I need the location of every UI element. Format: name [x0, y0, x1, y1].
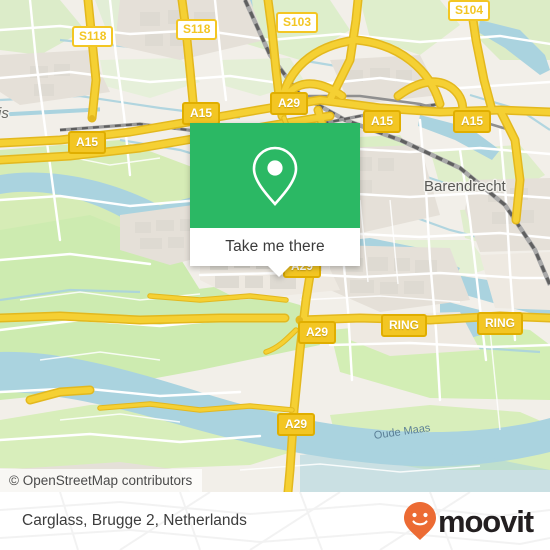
road-shield-s103: S103	[276, 12, 319, 33]
popup-pin-panel	[190, 123, 360, 228]
map-pin-icon	[252, 146, 298, 206]
moovit-smiley-pin-icon	[403, 502, 436, 540]
footer-bar: Carglass, Brugge 2, Netherlands moovit	[0, 492, 550, 550]
osm-attribution[interactable]: © OpenStreetMap contributors	[0, 469, 203, 492]
road-shield-a29: A29	[277, 413, 316, 436]
road-shield-ring: RING	[477, 312, 523, 335]
moovit-logo[interactable]: moovit	[403, 501, 534, 541]
road-shield-a29: A29	[298, 321, 337, 344]
road-shield-a29: A29	[270, 92, 309, 115]
road-shield-a15: A15	[68, 131, 107, 154]
place-name-label: Carglass, Brugge 2, Netherlands	[22, 512, 247, 529]
moovit-map-screenshot: S118 S118 S103 S104 A15 A15 A29 A15 A15 A29 A29 RIN…	[0, 0, 550, 550]
road-shield-a15: A15	[363, 110, 402, 133]
road-shield-a15: A15	[453, 110, 492, 133]
map-canvas[interactable]: S118 S118 S103 S104 A15 A15 A29 A15 A15 A29 A29 RIN…	[0, 0, 550, 492]
take-me-there-label: Take me there	[225, 238, 325, 255]
moovit-wordmark: moovit	[437, 503, 534, 539]
road-shield-s118: S118	[72, 26, 114, 47]
take-me-there-button[interactable]: Take me there	[190, 228, 360, 277]
popup-pointer-tip	[268, 266, 290, 277]
road-shield-a15: A15	[182, 102, 221, 125]
place-label-is: is	[0, 105, 9, 122]
road-shield-s118: S118	[176, 19, 218, 40]
location-popup[interactable]: Take me there	[190, 123, 360, 277]
place-label-barendrecht: Barendrecht	[424, 178, 506, 195]
road-shield-s104: S104	[448, 0, 491, 21]
road-shield-ring: RING	[381, 314, 427, 337]
